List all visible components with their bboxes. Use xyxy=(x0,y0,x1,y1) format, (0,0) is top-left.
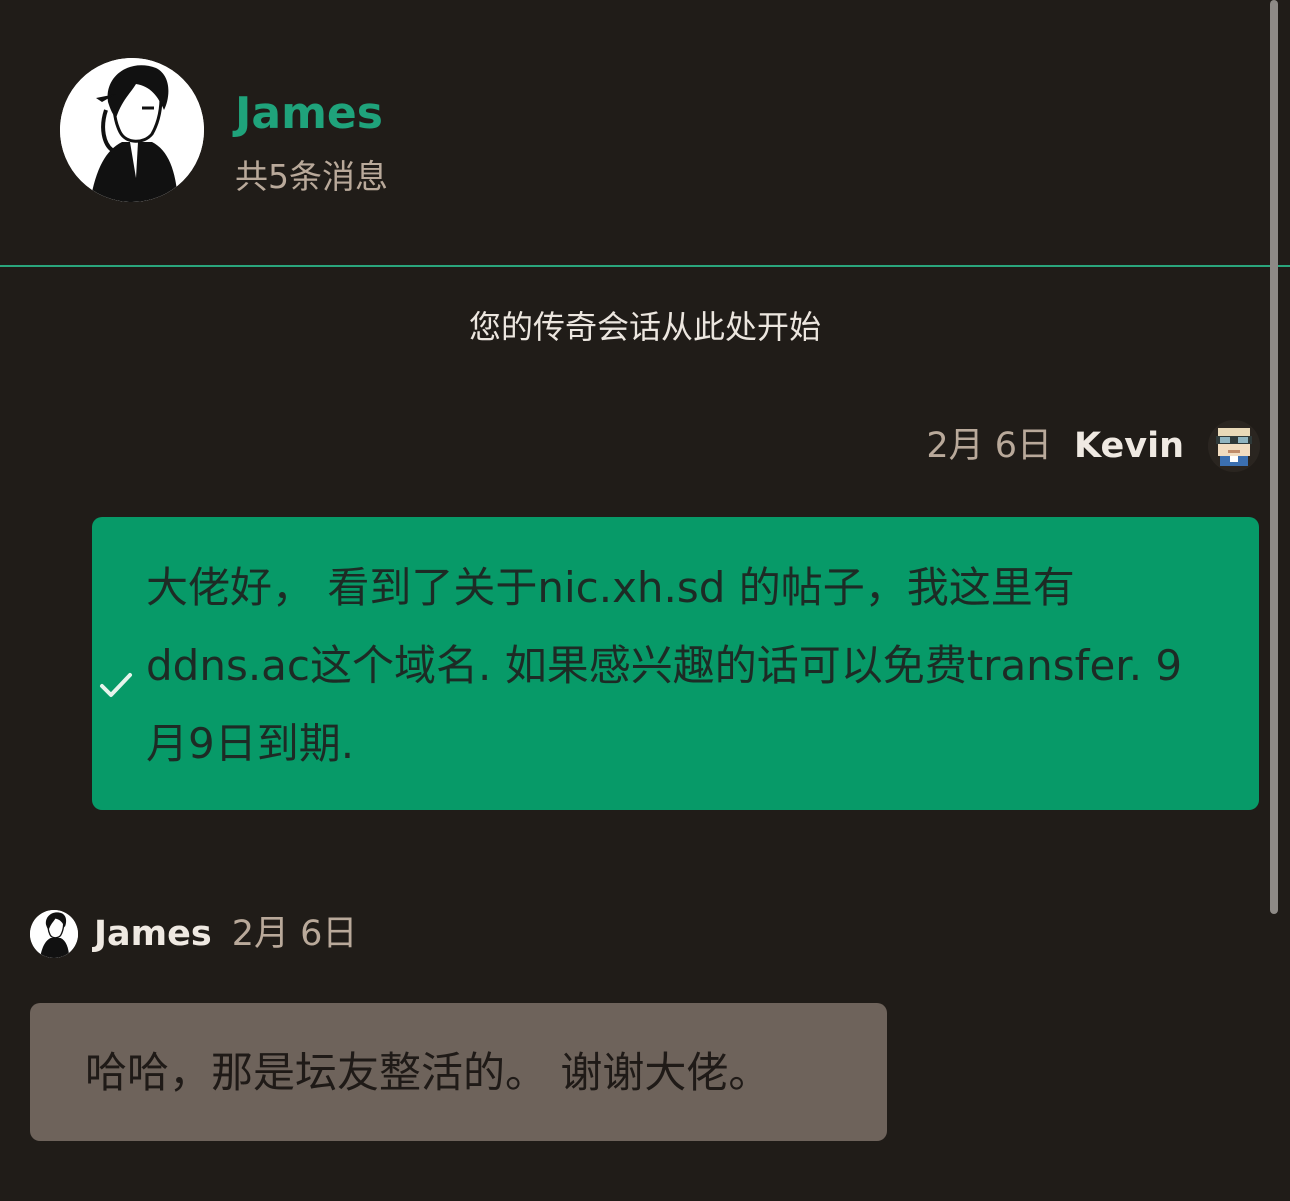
message-count: 共5条消息 xyxy=(235,157,388,196)
conversation-start-notice: 您的传奇会话从此处开始 xyxy=(468,308,821,346)
message-bubble-outgoing[interactable]: 大佬好， 看到了关于nic.xh.sd 的帖子，我这里有ddns.ac这个域名.… xyxy=(92,517,1259,810)
message-meta-outgoing: 2月 6日 Kevin xyxy=(926,418,1260,474)
message-text: 大佬好， 看到了关于nic.xh.sd 的帖子，我这里有ddns.ac这个域名.… xyxy=(146,563,1183,768)
check-icon xyxy=(100,673,132,697)
contact-avatar[interactable] xyxy=(60,58,204,202)
scrollbar[interactable] xyxy=(1270,0,1278,914)
sender-avatar[interactable] xyxy=(30,910,78,958)
anime-portrait-icon xyxy=(60,58,204,202)
sender-avatar[interactable] xyxy=(1208,420,1260,472)
chat-header: James 共5条消息 xyxy=(0,0,1290,266)
sender-name: James xyxy=(94,914,212,954)
header-divider xyxy=(0,265,1290,267)
message-text: 哈哈，那是坛友整活的。 谢谢大佬。 xyxy=(85,1048,771,1097)
anime-portrait-icon xyxy=(30,910,78,958)
message-bubble-incoming[interactable]: 哈哈，那是坛友整活的。 谢谢大佬。 xyxy=(30,1003,887,1141)
message-meta-incoming: James 2月 6日 xyxy=(30,906,357,962)
pixel-avatar-icon xyxy=(1208,420,1260,472)
message-date: 2月 6日 xyxy=(926,426,1053,466)
contact-name: James xyxy=(235,88,383,139)
message-date: 2月 6日 xyxy=(231,914,358,954)
sender-name: Kevin xyxy=(1074,426,1184,466)
chat-page: James 共5条消息 您的传奇会话从此处开始 2月 6日 Kevin 大佬好，… xyxy=(0,0,1290,1201)
